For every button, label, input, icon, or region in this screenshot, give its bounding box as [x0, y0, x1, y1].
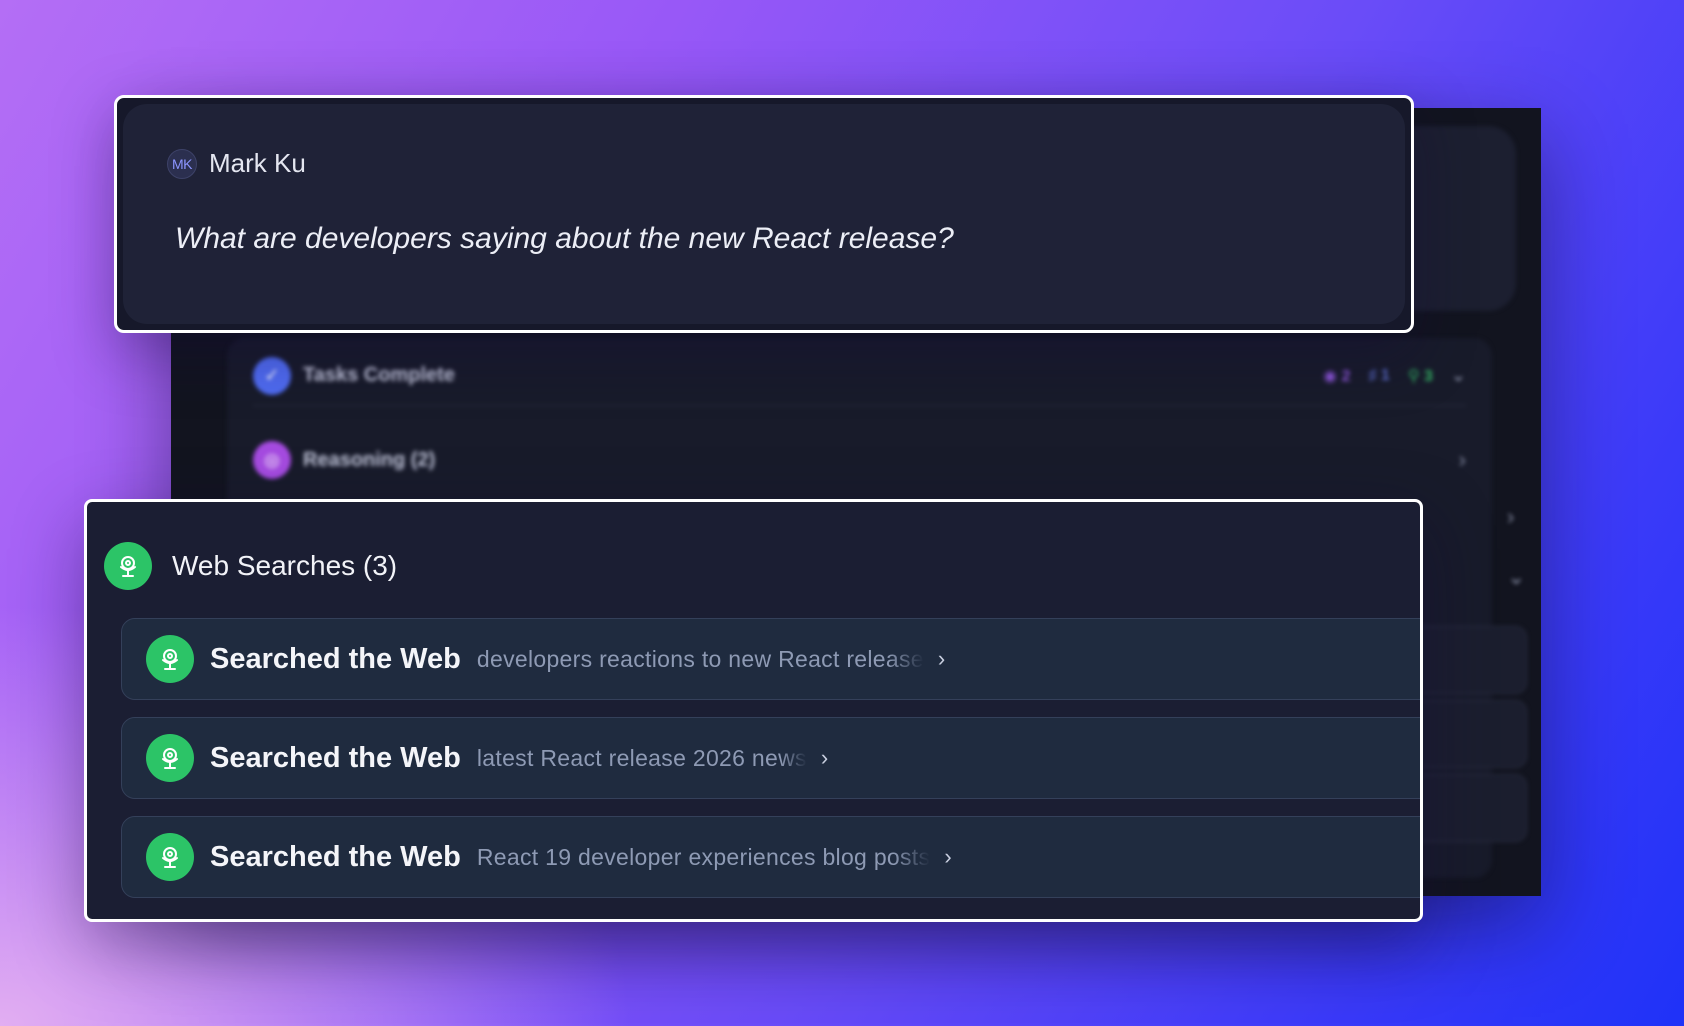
task-stats: ◉ 2 ♯ 1 ⚲ 3 ⌄ [1323, 365, 1466, 386]
globe-search-icon [146, 734, 194, 782]
search-query: React 19 developer experiences blog post… [476, 843, 931, 870]
user-name: Mark Ku [209, 148, 306, 178]
tasks-complete-row[interactable]: ✓ Tasks Complete ◉ 2 ♯ 1 ⚲ 3 ⌄ [253, 346, 1466, 406]
chevron-down-icon[interactable]: ⌄ [1507, 564, 1525, 590]
user-message-highlight: MK Mark Ku What are developers saying ab… [114, 95, 1414, 333]
chevron-right-icon[interactable]: › [821, 745, 828, 771]
globe-search-icon [146, 635, 194, 683]
search-item[interactable]: Searched the Web developers reactions to… [121, 618, 1420, 700]
reasoning-count: ◉ 2 [1323, 367, 1351, 385]
search-item-label: Searched the Web [210, 840, 461, 873]
avatar: MK [167, 148, 197, 179]
user-row: MK Mark Ku [167, 148, 306, 179]
user-question: What are developers saying about the new… [175, 222, 954, 255]
chevron-right-icon[interactable]: › [938, 646, 945, 672]
chevron-right-icon[interactable]: › [1459, 447, 1466, 473]
user-message-card: MK Mark Ku What are developers saying ab… [123, 104, 1405, 324]
reasoning-row[interactable]: ◎ Reasoning (2) › [253, 430, 1466, 490]
globe-search-icon [104, 542, 152, 590]
web-searches-highlight: Web Searches (3) Searched the Web develo… [84, 499, 1423, 922]
search-count: ⚲ 3 [1407, 367, 1433, 385]
search-item-label: Searched the Web [210, 642, 461, 675]
chevron-right-icon[interactable]: › [1507, 504, 1514, 530]
search-item[interactable]: Searched the Web latest React release 20… [121, 717, 1420, 799]
search-query: latest React release 2026 news [476, 744, 807, 771]
web-searches-header[interactable]: Web Searches (3) [104, 542, 397, 590]
chevron-right-icon[interactable]: › [944, 844, 951, 870]
brain-icon: ◎ [253, 441, 291, 479]
search-item-label: Searched the Web [210, 741, 461, 774]
search-item[interactable]: Searched the Web React 19 developer expe… [121, 816, 1420, 898]
check-icon: ✓ [253, 356, 291, 395]
search-query: developers reactions to new React releas… [476, 645, 924, 672]
reasoning-label: Reasoning (2) [303, 448, 436, 471]
globe-search-icon [146, 833, 194, 881]
tool-count: ♯ 1 [1368, 366, 1390, 384]
chevron-down-icon[interactable]: ⌄ [1451, 365, 1466, 386]
web-searches-title: Web Searches (3) [172, 550, 398, 581]
tasks-complete-label: Tasks Complete [303, 364, 455, 386]
